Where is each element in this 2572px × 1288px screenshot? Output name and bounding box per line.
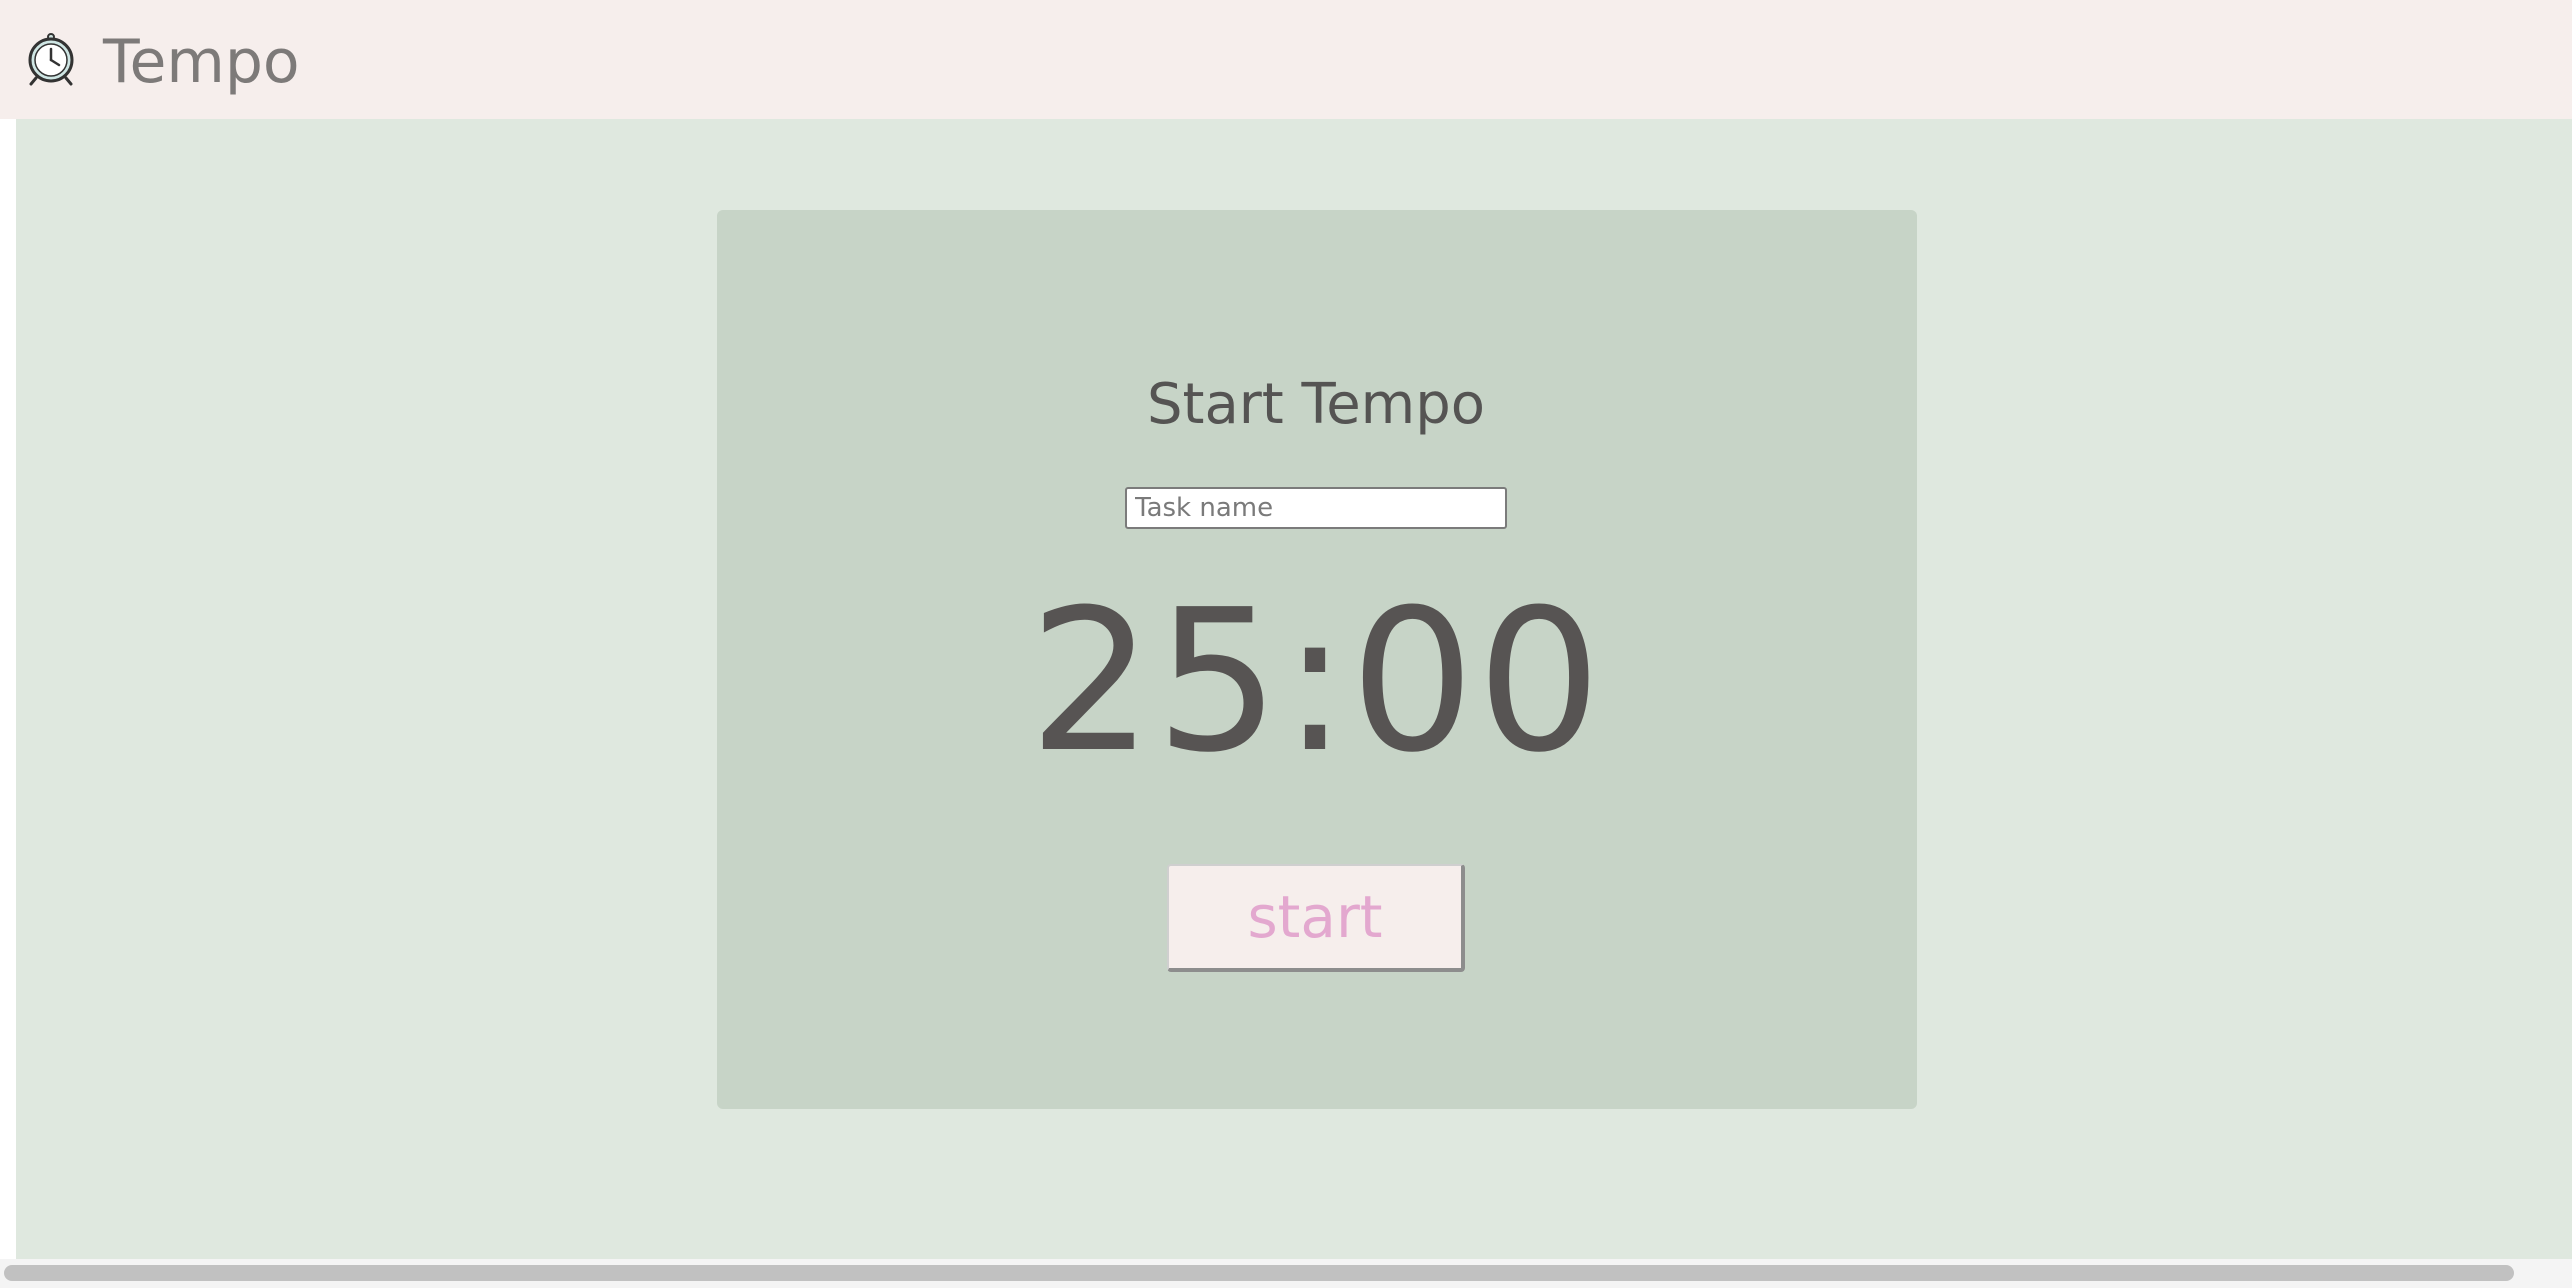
app-title: Tempo [103,27,300,97]
scrollbar-thumb[interactable] [4,1265,2514,1281]
card-title: Start Tempo [1146,372,1486,437]
start-button[interactable]: start [1167,864,1465,972]
task-name-input[interactable] [1125,487,1507,529]
alarm-clock-icon [24,32,78,86]
timer-display: 25:00 [1028,568,1604,796]
app-header: Tempo [0,0,2572,119]
